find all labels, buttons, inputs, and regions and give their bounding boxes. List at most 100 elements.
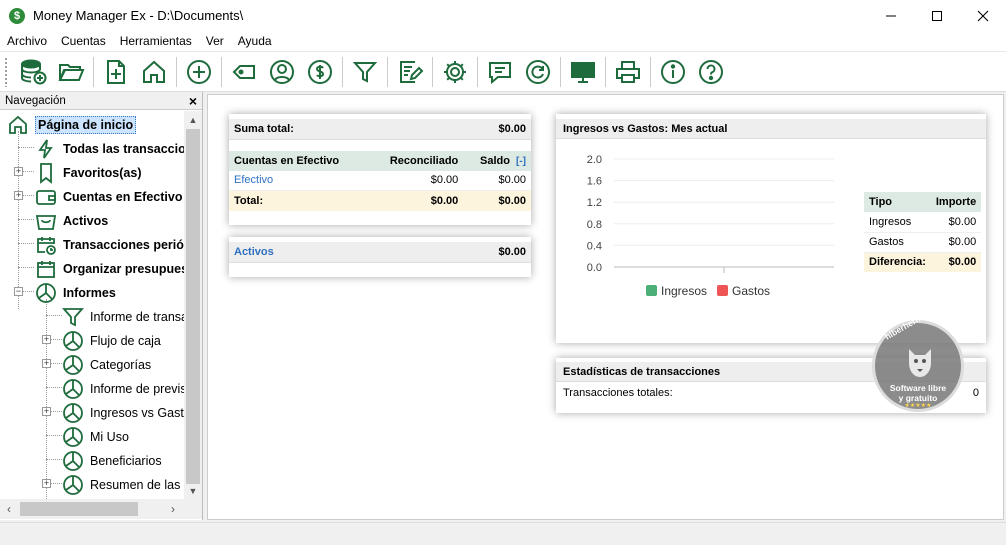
stats-label: Transacciones totales: bbox=[563, 387, 673, 399]
legend-swatch bbox=[717, 285, 728, 296]
nav-item-account-summary[interactable]: Resumen de las cuentas bbox=[62, 473, 184, 497]
nav-item-assets[interactable]: Activos bbox=[35, 209, 108, 233]
navigation-vertical-scrollbar[interactable]: ▲ ▼ bbox=[184, 111, 202, 499]
menu-archivo[interactable]: Archivo bbox=[0, 34, 54, 48]
nav-item-label: Informes bbox=[63, 286, 116, 300]
income-expense-headers: Tipo Importe bbox=[864, 192, 982, 212]
nav-item-label: Beneficiarios bbox=[90, 454, 162, 468]
nav-item-income-vs-expenses[interactable]: Ingresos vs Gastos bbox=[62, 401, 184, 425]
expand-resumen-toggle[interactable]: + bbox=[42, 479, 51, 488]
navigation-close-icon[interactable]: × bbox=[189, 93, 197, 109]
close-button[interactable] bbox=[960, 0, 1006, 31]
new-account-button[interactable] bbox=[99, 55, 133, 89]
scroll-down-icon[interactable]: ▼ bbox=[184, 482, 202, 499]
scroll-up-icon[interactable]: ▲ bbox=[184, 111, 202, 128]
nav-item-cash-flow[interactable]: Flujo de caja bbox=[62, 329, 161, 353]
expand-ingresos-toggle[interactable]: + bbox=[42, 407, 51, 416]
payees-button[interactable] bbox=[265, 55, 299, 89]
nav-item-favorites[interactable]: Favoritos(as) bbox=[35, 161, 142, 185]
fullscreen-button[interactable] bbox=[566, 55, 600, 89]
expand-flujo-toggle[interactable]: + bbox=[42, 335, 51, 344]
collapse-toggle[interactable]: [-] bbox=[516, 156, 526, 167]
home-button[interactable] bbox=[137, 55, 171, 89]
nav-item-budget[interactable]: Organizar presupuesto bbox=[35, 257, 184, 281]
nav-item-my-usage[interactable]: Mi Uso bbox=[62, 425, 129, 449]
pie-chart-icon bbox=[63, 475, 83, 495]
legend-label: Gastos bbox=[732, 284, 770, 298]
lightning-icon bbox=[38, 139, 53, 159]
nav-item-label: Favoritos(as) bbox=[63, 166, 142, 180]
nav-item-label: Todas las transacciones bbox=[63, 142, 184, 156]
toolbar-grip[interactable] bbox=[4, 56, 8, 87]
tree-line bbox=[18, 267, 34, 268]
navigation-horizontal-scrollbar[interactable]: ‹ › bbox=[0, 499, 202, 519]
filter-icon bbox=[352, 61, 378, 83]
income-expense-title: Ingresos vs Gastos: Mes actual bbox=[556, 119, 986, 139]
nav-item-payees[interactable]: Beneficiarios bbox=[62, 449, 162, 473]
toolbar-separator bbox=[432, 56, 433, 87]
new-database-button[interactable] bbox=[16, 55, 50, 89]
tree-line bbox=[50, 363, 62, 364]
vertical-scroll-thumb[interactable] bbox=[186, 129, 200, 484]
settings-button[interactable] bbox=[438, 55, 472, 89]
categories-button[interactable] bbox=[227, 55, 261, 89]
nav-item-all-transactions[interactable]: Todas las transacciones bbox=[35, 137, 184, 161]
expand-cuentas-toggle[interactable]: + bbox=[14, 191, 23, 200]
column-balance-label: Saldo bbox=[480, 154, 510, 167]
scroll-right-icon[interactable]: › bbox=[164, 499, 182, 519]
tree-line bbox=[18, 243, 34, 244]
nav-item-reports[interactable]: Informes bbox=[35, 281, 116, 305]
assets-link[interactable]: Activos bbox=[229, 242, 402, 263]
legend-swatch bbox=[646, 285, 657, 296]
toolbar-separator bbox=[387, 56, 388, 87]
minimize-button[interactable] bbox=[868, 0, 914, 31]
pie-chart-icon bbox=[63, 331, 83, 351]
edit-button[interactable] bbox=[393, 55, 427, 89]
nav-item-forecast[interactable]: Informe de previsión bbox=[62, 377, 184, 401]
maximize-button[interactable] bbox=[914, 0, 960, 31]
help-button[interactable] bbox=[694, 55, 728, 89]
refresh-button[interactable] bbox=[521, 55, 555, 89]
column-balance: Saldo [-] bbox=[463, 150, 531, 171]
nav-item-cash-accounts[interactable]: Cuentas en Efectivo bbox=[35, 185, 182, 209]
nav-item-recurring[interactable]: Transacciones periódicas bbox=[35, 233, 184, 257]
print-button[interactable] bbox=[611, 55, 645, 89]
printer-icon bbox=[616, 60, 640, 83]
navigation-title: Navegación bbox=[5, 94, 66, 107]
collapse-informes-toggle[interactable]: − bbox=[14, 287, 23, 296]
currency-button[interactable] bbox=[303, 55, 337, 89]
summary-total-label: Suma total: bbox=[229, 119, 426, 140]
difference-row: Diferencia: $0.00 bbox=[864, 252, 982, 272]
menu-ayuda[interactable]: Ayuda bbox=[231, 34, 279, 48]
horizontal-scroll-thumb[interactable] bbox=[20, 502, 138, 516]
account-link-efectivo[interactable]: Efectivo bbox=[229, 171, 368, 191]
toolbar-separator bbox=[650, 56, 651, 87]
scroll-left-icon[interactable]: ‹ bbox=[0, 499, 18, 519]
menu-herramientas[interactable]: Herramientas bbox=[113, 34, 199, 48]
monitor-icon bbox=[571, 61, 595, 83]
dollar-circle-icon bbox=[308, 59, 332, 84]
expand-favoritos-toggle[interactable]: + bbox=[14, 167, 23, 176]
nav-item-categories[interactable]: Categorías bbox=[62, 353, 151, 377]
filter-button[interactable] bbox=[348, 55, 382, 89]
chart-y-tick-label: 1.6 bbox=[587, 176, 602, 188]
chat-icon bbox=[489, 61, 511, 84]
open-database-button[interactable] bbox=[54, 55, 88, 89]
nav-item-home[interactable]: Página de inicio bbox=[7, 113, 137, 137]
tree-line bbox=[46, 299, 47, 499]
menu-cuentas[interactable]: Cuentas bbox=[54, 34, 113, 48]
nav-item-label: Ingresos vs Gastos bbox=[90, 406, 184, 420]
amount-ingresos: $0.00 bbox=[948, 215, 977, 228]
nav-item-label: Página de inicio bbox=[35, 116, 137, 134]
report-bug-button[interactable] bbox=[483, 55, 517, 89]
dashboard-main: Suma total: $0.00 Cuentas en Efectivo Re… bbox=[207, 94, 1004, 520]
table-row: Gastos $0.00 bbox=[864, 232, 982, 252]
column-reconciled: Reconciliado bbox=[368, 150, 464, 171]
nav-item-transaction-report[interactable]: Informe de transacciones bbox=[62, 305, 184, 329]
chart-y-tick-label: 1.2 bbox=[587, 197, 602, 209]
expand-categorias-toggle[interactable]: + bbox=[42, 359, 51, 368]
summary-widget: Suma total: $0.00 Cuentas en Efectivo Re… bbox=[229, 114, 531, 225]
menu-ver[interactable]: Ver bbox=[199, 34, 231, 48]
info-button[interactable] bbox=[656, 55, 690, 89]
new-transaction-button[interactable] bbox=[182, 55, 216, 89]
